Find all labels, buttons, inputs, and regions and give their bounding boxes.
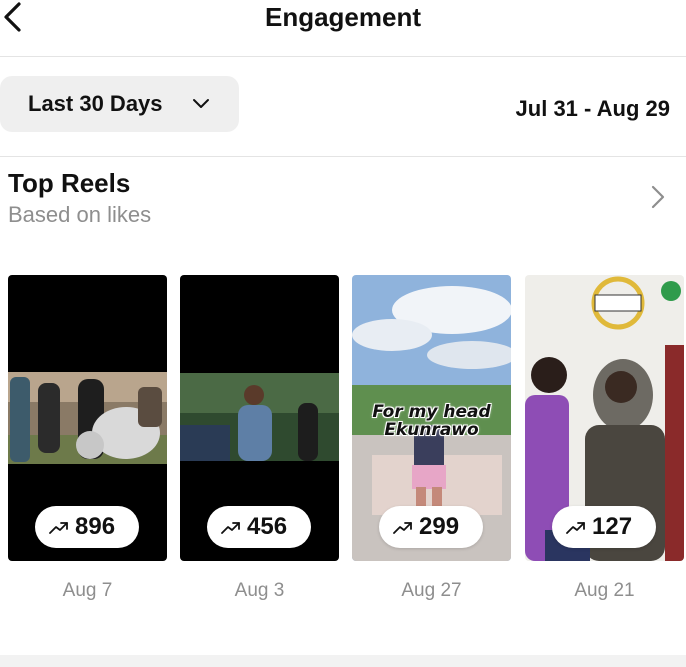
trending-up-icon — [49, 522, 68, 534]
section-title: Top Reels — [8, 168, 131, 198]
likes-badge: 896 — [35, 506, 139, 548]
date-range-dropdown[interactable]: Last 30 Days — [0, 76, 239, 132]
trending-up-icon — [221, 522, 240, 534]
reel-date: Aug 27 — [401, 580, 462, 601]
likes-count: 456 — [247, 513, 288, 540]
header-bar: Engagement — [0, 0, 686, 57]
section-subtitle: Based on likes — [8, 202, 152, 227]
chevron-down-icon — [193, 99, 209, 108]
likes-count: 896 — [75, 513, 116, 540]
trending-up-icon — [393, 522, 412, 534]
reel-date: Aug 21 — [574, 580, 635, 601]
reel-caption-overlay: For my head Ekunrawo — [372, 402, 491, 440]
likes-badge: 299 — [379, 506, 483, 548]
bottom-edge — [0, 655, 686, 667]
reel-card[interactable]: For my head Ekunrawo 299 — [352, 275, 511, 561]
likes-badge: 127 — [552, 506, 656, 548]
likes-badge: 456 — [207, 506, 311, 548]
reel-date: Aug 7 — [62, 580, 113, 601]
likes-count: 299 — [419, 513, 460, 540]
page-title: Engagement — [264, 2, 422, 32]
reel-card[interactable]: 127 — [525, 275, 684, 561]
date-range-text: Jul 31 - Aug 29 — [515, 96, 670, 121]
reel-card[interactable]: 896 — [8, 275, 167, 561]
divider — [0, 156, 686, 157]
top-reels-header[interactable]: Top Reels Based on likes — [0, 164, 686, 228]
reel-card[interactable]: 456 — [180, 275, 339, 561]
trending-up-icon — [566, 522, 585, 534]
likes-count: 127 — [592, 513, 633, 540]
chevron-right-icon — [651, 185, 665, 209]
reel-date: Aug 3 — [234, 580, 285, 601]
date-range-label: Last 30 Days — [28, 91, 163, 116]
filter-row: Last 30 Days Jul 31 - Aug 29 — [0, 76, 686, 132]
